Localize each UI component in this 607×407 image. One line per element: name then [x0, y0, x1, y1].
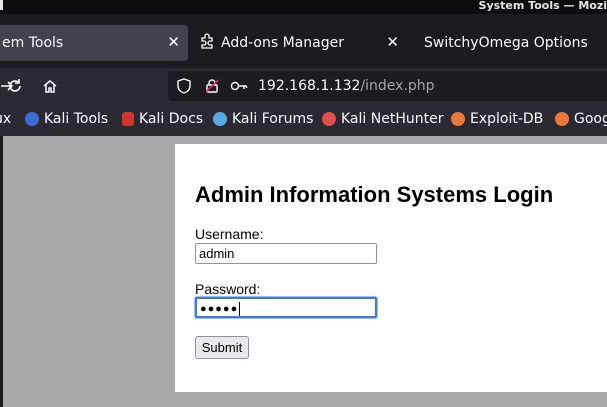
bookmark-label: Kali NetHunter — [341, 111, 444, 127]
bookmark-label: Kali Tools — [44, 111, 109, 127]
page-content: Admin Information Systems Login Username… — [0, 136, 607, 407]
bookmark-label: Kali Docs — [139, 111, 204, 127]
bookmark-label: Exploit-DB — [470, 111, 544, 127]
bookmark-kali-linux[interactable]: ux — [0, 111, 11, 127]
page-title: Admin Information Systems Login — [195, 182, 554, 207]
bookmark-kali-tools[interactable]: Kali Tools — [25, 111, 108, 127]
kali-docs-icon — [122, 112, 134, 126]
tab-label: Add-ons Manager — [221, 35, 344, 51]
close-icon[interactable]: ✕ — [167, 33, 180, 51]
os-title-bar: System Tools — Mozi — [0, 0, 607, 14]
bookmark-label: ux — [0, 111, 12, 127]
close-icon[interactable]: ✕ — [386, 33, 399, 51]
tab-switchyomega[interactable]: SwitchyOmega Options — [424, 25, 607, 61]
tab-addons-manager[interactable]: Add-ons Manager ✕ — [199, 25, 409, 61]
url-text[interactable]: 192.168.1.132/index.php — [258, 78, 435, 94]
password-label: Password: — [195, 281, 261, 297]
tab-system-tools[interactable]: em Tools ✕ — [0, 25, 188, 61]
tab-label: SwitchyOmega Options — [424, 35, 588, 51]
text-cursor — [239, 301, 241, 316]
ghdb-icon — [555, 112, 569, 126]
key-icon[interactable] — [230, 78, 248, 98]
kali-dragon-icon — [213, 112, 227, 126]
username-label: Username: — [195, 226, 264, 242]
puzzle-icon — [199, 33, 215, 53]
insecure-lock-icon[interactable] — [204, 78, 220, 98]
exploitdb-icon — [451, 112, 465, 126]
submit-button[interactable]: Submit — [195, 336, 249, 359]
bookmarks-toolbar: ux Kali Tools Kali Docs Kali Forums Kali… — [0, 104, 607, 136]
navigation-bar: 192.168.1.132/index.php — [0, 68, 607, 104]
url-bar[interactable]: 192.168.1.132/index.php — [168, 71, 607, 101]
tab-strip: em Tools ✕ Add-ons Manager ✕ SwitchyOmeg… — [0, 14, 607, 68]
window-title: System Tools — Mozi — [478, 0, 607, 12]
page-background — [3, 136, 607, 144]
nethunter-icon — [322, 112, 336, 126]
bookmark-kali-nethunter[interactable]: Kali NetHunter — [322, 111, 443, 127]
tab-label: em Tools — [2, 35, 64, 51]
bookmark-label: Kali Forums — [232, 111, 314, 127]
url-path: /index.php — [360, 78, 435, 94]
kali-tools-icon — [25, 112, 39, 126]
password-input[interactable]: ●●●●● — [195, 297, 377, 318]
bookmark-label: Goog — [574, 111, 607, 127]
shield-icon[interactable] — [176, 78, 192, 98]
reload-icon[interactable] — [4, 75, 26, 97]
home-icon[interactable] — [39, 75, 61, 97]
password-mask: ●●●●● — [200, 303, 239, 315]
page-background — [3, 392, 607, 407]
page-background — [3, 144, 175, 401]
url-host: 192.168.1.132 — [258, 78, 361, 94]
bookmark-kali-forums[interactable]: Kali Forums — [213, 111, 313, 127]
bookmark-kali-docs[interactable]: Kali Docs — [122, 111, 203, 127]
username-input[interactable]: admin — [195, 243, 377, 264]
bookmark-google-hacking-db[interactable]: Goog — [555, 111, 607, 127]
window-menu-icon[interactable] — [0, 0, 3, 10]
login-panel: Admin Information Systems Login Username… — [175, 144, 607, 392]
bookmark-exploit-db[interactable]: Exploit-DB — [451, 111, 543, 127]
